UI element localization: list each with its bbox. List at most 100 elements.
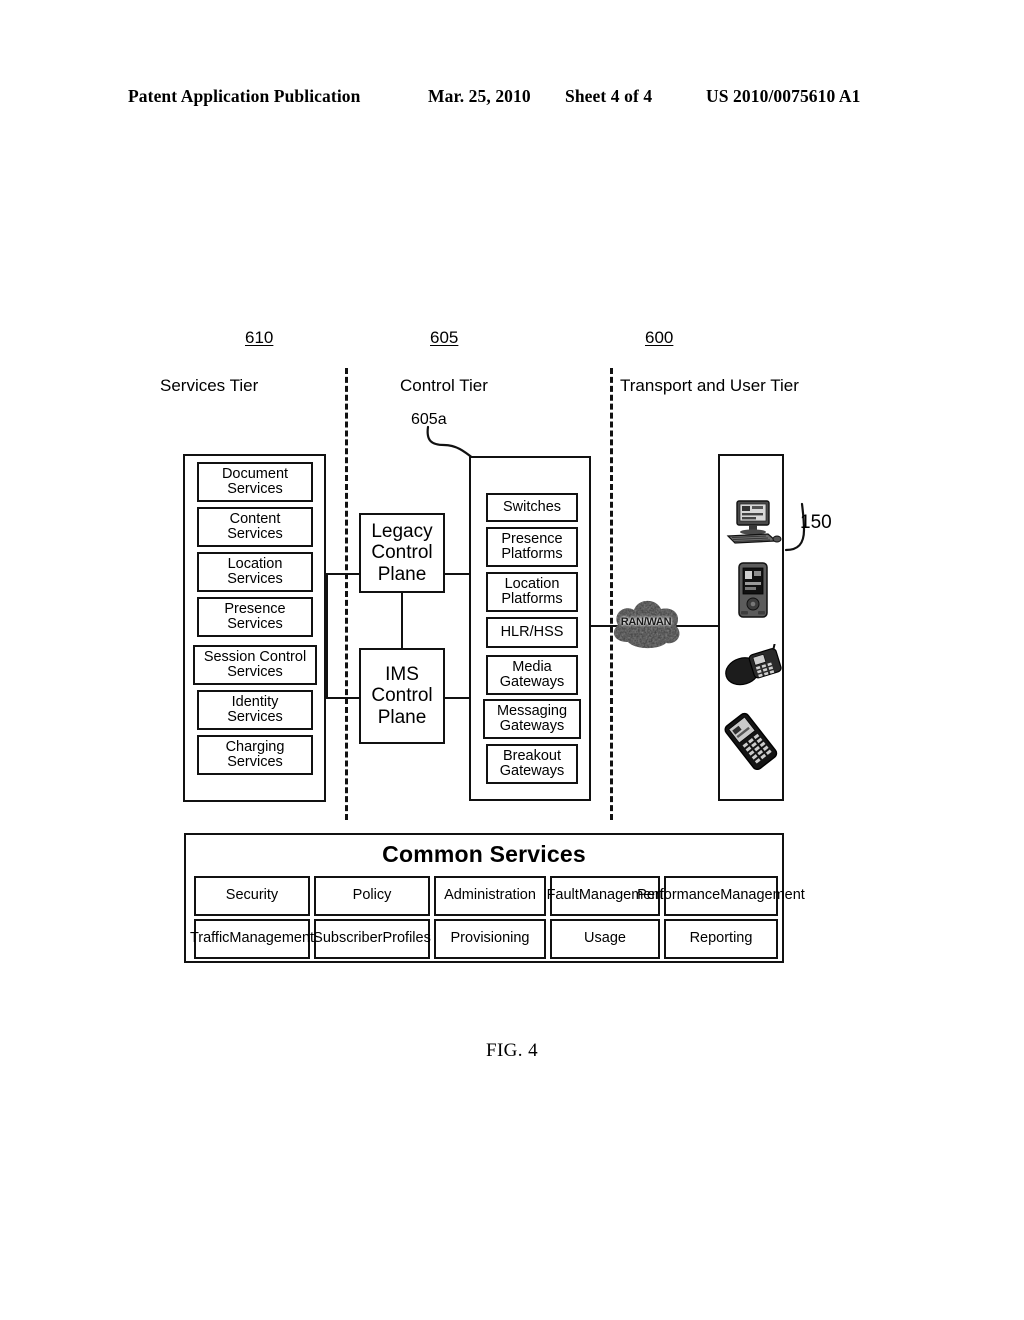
box-line-2: Services	[227, 754, 283, 770]
user-devices-panel	[718, 454, 784, 801]
connector-legacy-to-ims	[401, 592, 403, 649]
box-line-2: Services	[227, 616, 283, 632]
box-line-1: Messaging	[496, 702, 568, 719]
box-line-2: Gateways	[499, 674, 565, 690]
box-line-1: Presence	[501, 530, 563, 547]
services-box-document-services[interactable]: Document Services	[197, 462, 313, 502]
transport-box-hlr-hss[interactable]: HLR/HSS	[486, 617, 578, 648]
connector-legacy-to-transport	[444, 573, 470, 575]
box-line-1: Charging	[225, 738, 285, 755]
common-services-cell-provisioning[interactable]: Provisioning	[434, 919, 546, 959]
box-line-1: Presence	[224, 600, 286, 617]
services-box-identity-services[interactable]: Identity Services	[197, 690, 313, 730]
cell-line-1: Policy	[352, 887, 392, 904]
common-services-cell-performance-management[interactable]: PerformanceManagement	[637, 876, 805, 916]
transport-box-media-gateways[interactable]: Media Gateways	[486, 655, 578, 695]
transport-box-breakout-gateways[interactable]: Breakout Gateways	[486, 744, 578, 784]
publication-date: Mar. 25, 2010	[428, 86, 531, 106]
mobile-flip-phone-icon	[724, 712, 778, 770]
common-services-cell-subscriber-profiles[interactable]: SubscriberProfiles	[313, 919, 431, 959]
box-line-3: Plane	[377, 563, 427, 585]
box-line-1: Location	[227, 555, 283, 572]
box-line-2: Control	[371, 685, 433, 707]
tier-divider-services-control	[345, 368, 348, 820]
cordless-phone-icon	[725, 644, 782, 686]
box-line-2: Platforms	[501, 546, 563, 562]
cell-line-1: Performance	[637, 887, 721, 904]
common-services-cell-administration[interactable]: Administration	[434, 876, 546, 916]
cell-line-1: Usage	[584, 930, 626, 947]
transport-box-presence-platforms[interactable]: Presence Platforms	[486, 527, 578, 567]
connector-services-to-legacy	[326, 573, 360, 575]
ref-605: 605	[430, 328, 459, 347]
pda-handheld-icon	[738, 562, 768, 618]
box-line-1: Legacy	[371, 521, 433, 543]
common-services-cell-policy[interactable]: Policy	[314, 876, 430, 916]
box-line-1: Document	[221, 465, 289, 482]
common-services-cell-reporting[interactable]: Reporting	[664, 919, 778, 959]
box-line-1: Switches	[502, 498, 562, 515]
box-line-1: Identity	[231, 693, 279, 710]
services-box-charging-services[interactable]: Charging Services	[197, 735, 313, 775]
connector-ims-to-transport	[444, 697, 470, 699]
transport-box-messaging-gateways[interactable]: Messaging Gateways	[483, 699, 581, 739]
box-line-1: Location	[504, 575, 560, 592]
box-line-1: Breakout	[502, 747, 562, 764]
cell-line-1: Reporting	[689, 930, 753, 947]
cell-line-2: Management	[229, 930, 315, 947]
connector-services-vertical-bus	[326, 573, 328, 697]
control-box-legacy-control-plane[interactable]: Legacy Control Plane	[359, 513, 445, 593]
figure-caption: FIG. 4	[485, 1040, 538, 1061]
box-line-1: HLR/HSS	[500, 623, 564, 640]
publication-title: Patent Application Publication	[128, 86, 361, 106]
cell-line-1: Provisioning	[450, 930, 530, 947]
transport-box-location-platforms[interactable]: Location Platforms	[486, 572, 578, 612]
cell-line-2: Management	[720, 887, 805, 904]
transport-box-switches[interactable]: Switches	[486, 493, 578, 522]
box-line-2: Gateways	[499, 718, 565, 734]
services-box-session-control-services[interactable]: Session Control Services	[193, 645, 317, 685]
ref-600: 600	[645, 328, 674, 347]
cell-line-1: Administration	[444, 887, 536, 904]
box-line-2: Services	[227, 481, 283, 497]
box-line-2: Services	[227, 571, 283, 587]
common-services-title: Common Services	[382, 841, 586, 867]
box-line-2: Platforms	[501, 591, 563, 607]
common-services-cell-usage[interactable]: Usage	[550, 919, 660, 959]
box-line-2: Services	[227, 664, 283, 680]
box-line-2: Control	[371, 542, 433, 564]
cell-line-1: Fault	[546, 887, 579, 904]
box-line-1: Media	[512, 658, 552, 675]
services-tier-panel: Document Services Content Services Locatio…	[183, 454, 326, 802]
box-line-1: Session Control	[203, 648, 307, 665]
box-line-2: Services	[227, 526, 283, 542]
transport-tier-panel: Switches Presence Platforms Location Platf…	[469, 456, 591, 801]
connector-services-to-ims	[326, 697, 360, 699]
services-box-presence-services[interactable]: Presence Services	[197, 597, 313, 637]
cell-line-2: Profiles	[382, 930, 431, 947]
cell-line-1: Security	[225, 887, 279, 904]
control-box-ims-control-plane[interactable]: IMS Control Plane	[359, 648, 445, 744]
box-line-1: Content	[229, 510, 281, 527]
tier-label-services: Services Tier	[160, 376, 259, 395]
box-line-2: Services	[227, 709, 283, 725]
tier-label-control: Control Tier	[400, 376, 488, 395]
common-services-cell-traffic-management[interactable]: TrafficManagement	[190, 919, 314, 959]
cell-line-1: Traffic	[189, 930, 230, 947]
desktop-computer-icon	[726, 500, 782, 544]
box-line-3: Plane	[377, 706, 427, 728]
page-header: Patent Application Publication Mar. 25, …	[128, 86, 896, 114]
patent-number: US 2010/0075610 A1	[706, 86, 861, 106]
ran-wan-label: RAN/WAN	[620, 616, 672, 628]
cell-line-1: Subscriber	[313, 930, 383, 947]
sheet-number: Sheet 4 of 4	[565, 86, 653, 106]
services-box-location-services[interactable]: Location Services	[197, 552, 313, 592]
tier-label-transport: Transport and User Tier	[620, 376, 799, 395]
ran-wan-cloud-icon	[613, 600, 680, 649]
services-box-content-services[interactable]: Content Services	[197, 507, 313, 547]
ref-610: 610	[245, 328, 274, 347]
box-line-2: Gateways	[499, 763, 565, 779]
ref-150: 150	[800, 512, 832, 533]
common-services-panel: Common Services Security Policy Administ…	[184, 833, 805, 963]
common-services-cell-security[interactable]: Security	[194, 876, 310, 916]
